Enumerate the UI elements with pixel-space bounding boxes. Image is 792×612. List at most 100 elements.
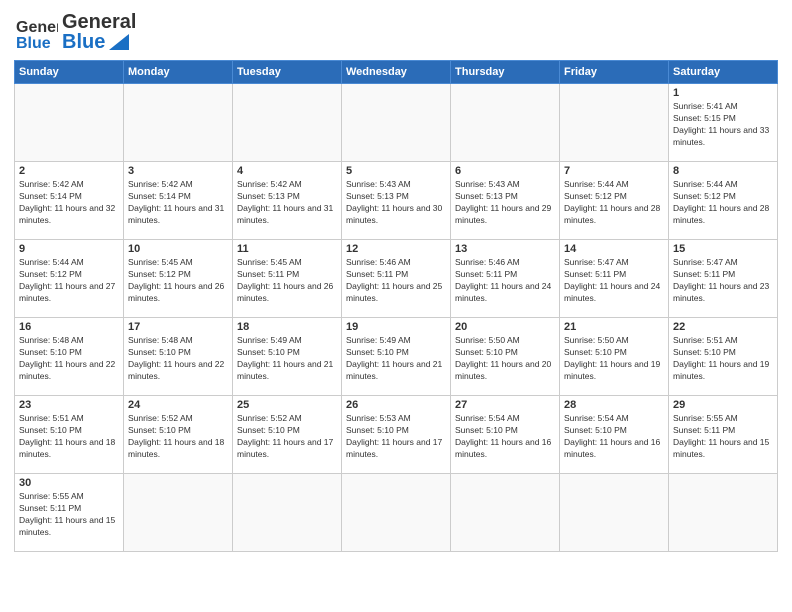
cell-date: 29 [673,399,773,411]
cell-sunset: Sunset: 5:10 PM [455,425,555,437]
cell-sunset: Sunset: 5:11 PM [673,425,773,437]
calendar-cell: 21 Sunrise: 5:50 AM Sunset: 5:10 PM Dayl… [560,318,669,396]
header: General Blue General Blue [14,10,778,54]
cell-date: 4 [237,165,337,177]
cell-sunset: Sunset: 5:10 PM [455,347,555,359]
cell-sunset: Sunset: 5:11 PM [455,269,555,281]
cell-sunset: Sunset: 5:12 PM [128,269,228,281]
cell-sunset: Sunset: 5:14 PM [19,191,119,203]
cell-sunrise: Sunrise: 5:49 AM [237,335,337,347]
cell-daylight: Daylight: 11 hours and 23 minutes. [673,281,773,305]
calendar: Sunday Monday Tuesday Wednesday Thursday… [14,60,778,552]
cell-sunrise: Sunrise: 5:45 AM [128,257,228,269]
cell-date: 2 [19,165,119,177]
cell-date: 13 [455,243,555,255]
cell-sunset: Sunset: 5:12 PM [564,191,664,203]
cell-date: 28 [564,399,664,411]
cell-sunrise: Sunrise: 5:52 AM [128,413,228,425]
cell-sunset: Sunset: 5:11 PM [564,269,664,281]
cell-daylight: Daylight: 11 hours and 33 minutes. [673,125,773,149]
cell-daylight: Daylight: 11 hours and 17 minutes. [346,437,446,461]
cell-sunrise: Sunrise: 5:50 AM [455,335,555,347]
calendar-cell: 29 Sunrise: 5:55 AM Sunset: 5:11 PM Dayl… [669,396,778,474]
col-tuesday: Tuesday [233,61,342,84]
cell-daylight: Daylight: 11 hours and 15 minutes. [673,437,773,461]
calendar-cell: 5 Sunrise: 5:43 AM Sunset: 5:13 PM Dayli… [342,162,451,240]
cell-date: 23 [19,399,119,411]
cell-date: 18 [237,321,337,333]
calendar-cell [233,474,342,552]
calendar-cell: 9 Sunrise: 5:44 AM Sunset: 5:12 PM Dayli… [15,240,124,318]
calendar-cell: 30 Sunrise: 5:55 AM Sunset: 5:11 PM Dayl… [15,474,124,552]
cell-sunset: Sunset: 5:11 PM [237,269,337,281]
calendar-cell: 8 Sunrise: 5:44 AM Sunset: 5:12 PM Dayli… [669,162,778,240]
cell-daylight: Daylight: 11 hours and 29 minutes. [455,203,555,227]
cell-sunset: Sunset: 5:11 PM [19,503,119,515]
cell-daylight: Daylight: 11 hours and 18 minutes. [19,437,119,461]
cell-sunrise: Sunrise: 5:54 AM [455,413,555,425]
calendar-cell [342,474,451,552]
cell-daylight: Daylight: 11 hours and 21 minutes. [237,359,337,383]
cell-date: 5 [346,165,446,177]
calendar-cell [233,84,342,162]
cell-date: 10 [128,243,228,255]
cell-sunrise: Sunrise: 5:50 AM [564,335,664,347]
cell-daylight: Daylight: 11 hours and 31 minutes. [128,203,228,227]
cell-date: 25 [237,399,337,411]
cell-daylight: Daylight: 11 hours and 24 minutes. [564,281,664,305]
cell-sunset: Sunset: 5:14 PM [128,191,228,203]
cell-sunrise: Sunrise: 5:44 AM [19,257,119,269]
calendar-cell: 17 Sunrise: 5:48 AM Sunset: 5:10 PM Dayl… [124,318,233,396]
calendar-cell [451,474,560,552]
cell-sunrise: Sunrise: 5:49 AM [346,335,446,347]
cell-date: 3 [128,165,228,177]
cell-daylight: Daylight: 11 hours and 15 minutes. [19,515,119,539]
col-sunday: Sunday [15,61,124,84]
cell-sunset: Sunset: 5:11 PM [346,269,446,281]
cell-sunset: Sunset: 5:15 PM [673,113,773,125]
calendar-cell: 12 Sunrise: 5:46 AM Sunset: 5:11 PM Dayl… [342,240,451,318]
calendar-cell [560,84,669,162]
cell-date: 9 [19,243,119,255]
cell-daylight: Daylight: 11 hours and 19 minutes. [564,359,664,383]
cell-sunrise: Sunrise: 5:44 AM [673,179,773,191]
calendar-header-row: Sunday Monday Tuesday Wednesday Thursday… [15,61,778,84]
logo-triangle-icon [109,34,129,50]
cell-daylight: Daylight: 11 hours and 26 minutes. [128,281,228,305]
cell-sunset: Sunset: 5:13 PM [346,191,446,203]
cell-sunset: Sunset: 5:12 PM [19,269,119,281]
col-wednesday: Wednesday [342,61,451,84]
calendar-cell: 25 Sunrise: 5:52 AM Sunset: 5:10 PM Dayl… [233,396,342,474]
calendar-cell: 23 Sunrise: 5:51 AM Sunset: 5:10 PM Dayl… [15,396,124,474]
cell-date: 27 [455,399,555,411]
calendar-cell [451,84,560,162]
cell-sunset: Sunset: 5:10 PM [237,347,337,359]
cell-sunrise: Sunrise: 5:53 AM [346,413,446,425]
calendar-cell: 16 Sunrise: 5:48 AM Sunset: 5:10 PM Dayl… [15,318,124,396]
cell-sunrise: Sunrise: 5:55 AM [19,491,119,503]
cell-sunset: Sunset: 5:10 PM [564,425,664,437]
cell-date: 7 [564,165,664,177]
calendar-cell: 28 Sunrise: 5:54 AM Sunset: 5:10 PM Dayl… [560,396,669,474]
cell-sunset: Sunset: 5:10 PM [19,425,119,437]
calendar-cell: 13 Sunrise: 5:46 AM Sunset: 5:11 PM Dayl… [451,240,560,318]
cell-sunset: Sunset: 5:10 PM [237,425,337,437]
col-thursday: Thursday [451,61,560,84]
cell-date: 16 [19,321,119,333]
logo-general-text: General [62,12,136,32]
cell-date: 8 [673,165,773,177]
calendar-cell: 10 Sunrise: 5:45 AM Sunset: 5:12 PM Dayl… [124,240,233,318]
calendar-cell: 2 Sunrise: 5:42 AM Sunset: 5:14 PM Dayli… [15,162,124,240]
calendar-cell: 20 Sunrise: 5:50 AM Sunset: 5:10 PM Dayl… [451,318,560,396]
calendar-cell: 14 Sunrise: 5:47 AM Sunset: 5:11 PM Dayl… [560,240,669,318]
cell-sunset: Sunset: 5:10 PM [128,425,228,437]
logo-icon: General Blue [14,10,58,54]
cell-date: 30 [19,477,119,489]
cell-date: 15 [673,243,773,255]
cell-daylight: Daylight: 11 hours and 18 minutes. [128,437,228,461]
cell-sunrise: Sunrise: 5:42 AM [237,179,337,191]
calendar-cell: 27 Sunrise: 5:54 AM Sunset: 5:10 PM Dayl… [451,396,560,474]
cell-sunrise: Sunrise: 5:43 AM [346,179,446,191]
col-monday: Monday [124,61,233,84]
cell-daylight: Daylight: 11 hours and 31 minutes. [237,203,337,227]
